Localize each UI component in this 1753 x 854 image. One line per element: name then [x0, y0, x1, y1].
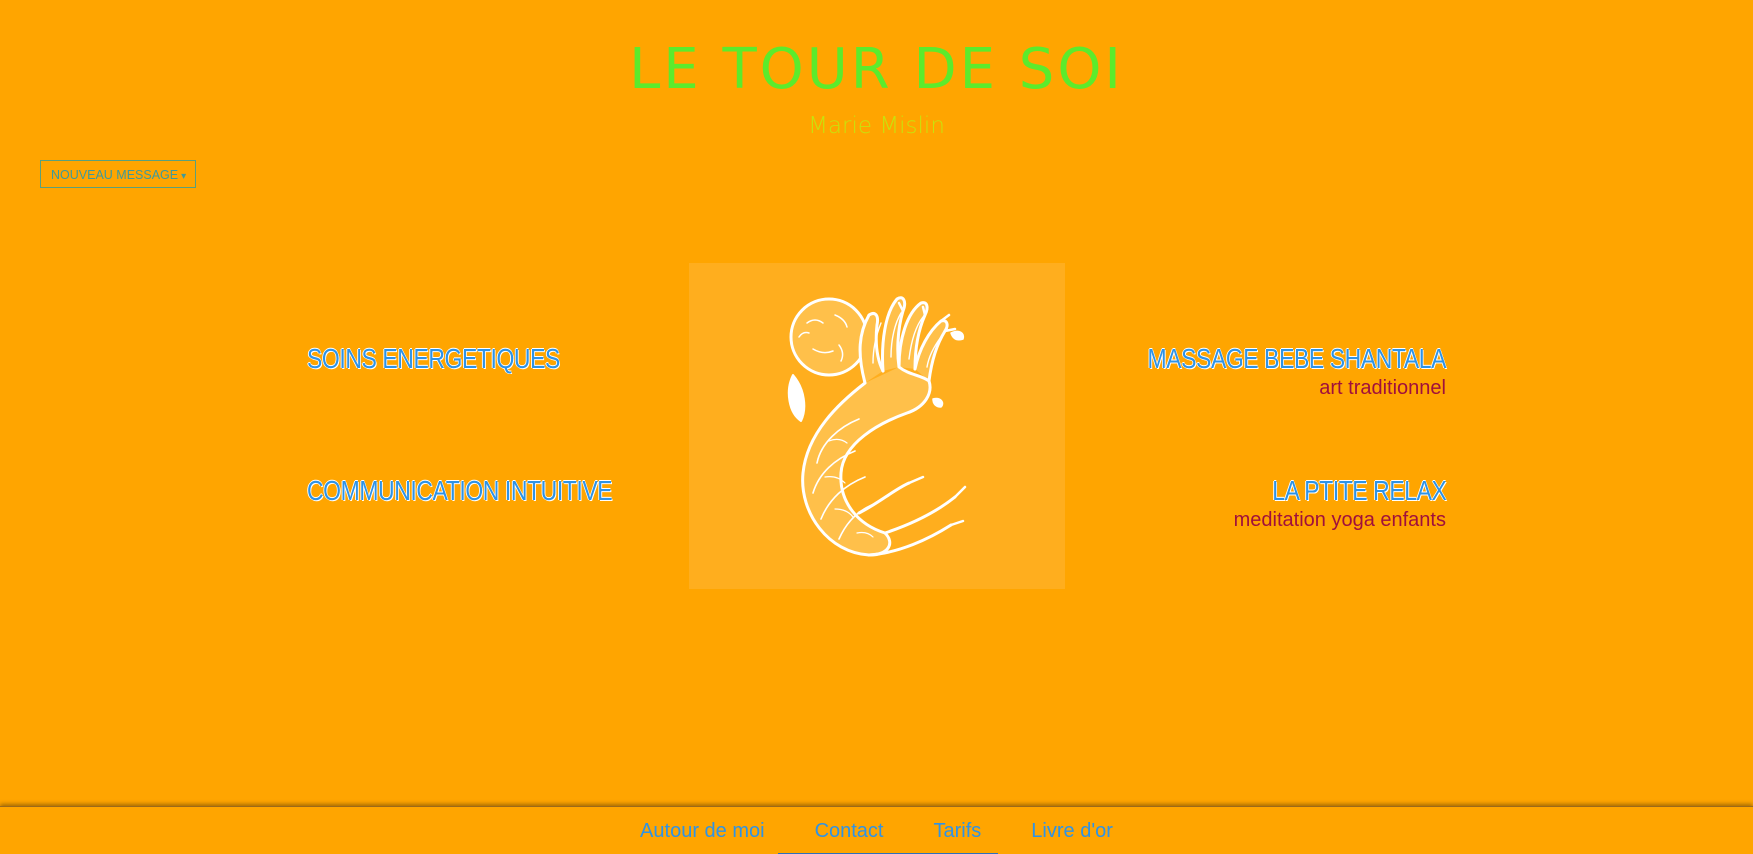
service-soins-energetiques[interactable]: SOINS ENERGETIQUES — [307, 342, 615, 376]
service-subtitle: meditation yoga enfants — [1233, 509, 1446, 531]
chevron-down-icon: ▾ — [181, 171, 187, 182]
service-la-ptite-relax[interactable]: LA PTITE RELAX meditation yoga enfants — [1233, 474, 1447, 532]
footer-nav-bar: Autour de moi Contact Tarifs Livre d'or — [0, 806, 1753, 854]
tree-hand-moon-logo-icon — [787, 296, 967, 557]
service-title: SOINS ENERGETIQUES — [307, 343, 560, 374]
service-title: MASSAGE BEBE SHANTALA — [1147, 343, 1447, 374]
service-subtitle: art traditionnel — [1319, 377, 1446, 399]
site-subtitle: Marie Mislin — [808, 113, 945, 139]
nav-link-livre-dor[interactable]: Livre d'or — [1031, 820, 1113, 843]
center-logo-panel — [689, 263, 1065, 589]
nav-link-autour-de-moi[interactable]: Autour de moi — [640, 820, 765, 843]
nav-link-tarifs[interactable]: Tarifs — [934, 820, 982, 843]
service-title: LA PTITE RELAX — [1271, 475, 1447, 506]
nav-link-contact[interactable]: Contact — [815, 820, 884, 843]
new-message-button[interactable]: NOUVEAU MESSAGE ▾ — [40, 160, 197, 188]
new-message-label: NOUVEAU MESSAGE — [51, 168, 179, 182]
service-communication-intuitive[interactable]: COMMUNICATION INTUITIVE — [307, 474, 679, 508]
service-massage-bebe-shantala[interactable]: MASSAGE BEBE SHANTALA art traditionnel — [1082, 342, 1447, 400]
footer-nav: Autour de moi Contact Tarifs Livre d'or — [0, 807, 1753, 854]
site-title: LE TOUR DE SOI — [629, 37, 1124, 102]
service-title: COMMUNICATION INTUITIVE — [307, 475, 613, 506]
